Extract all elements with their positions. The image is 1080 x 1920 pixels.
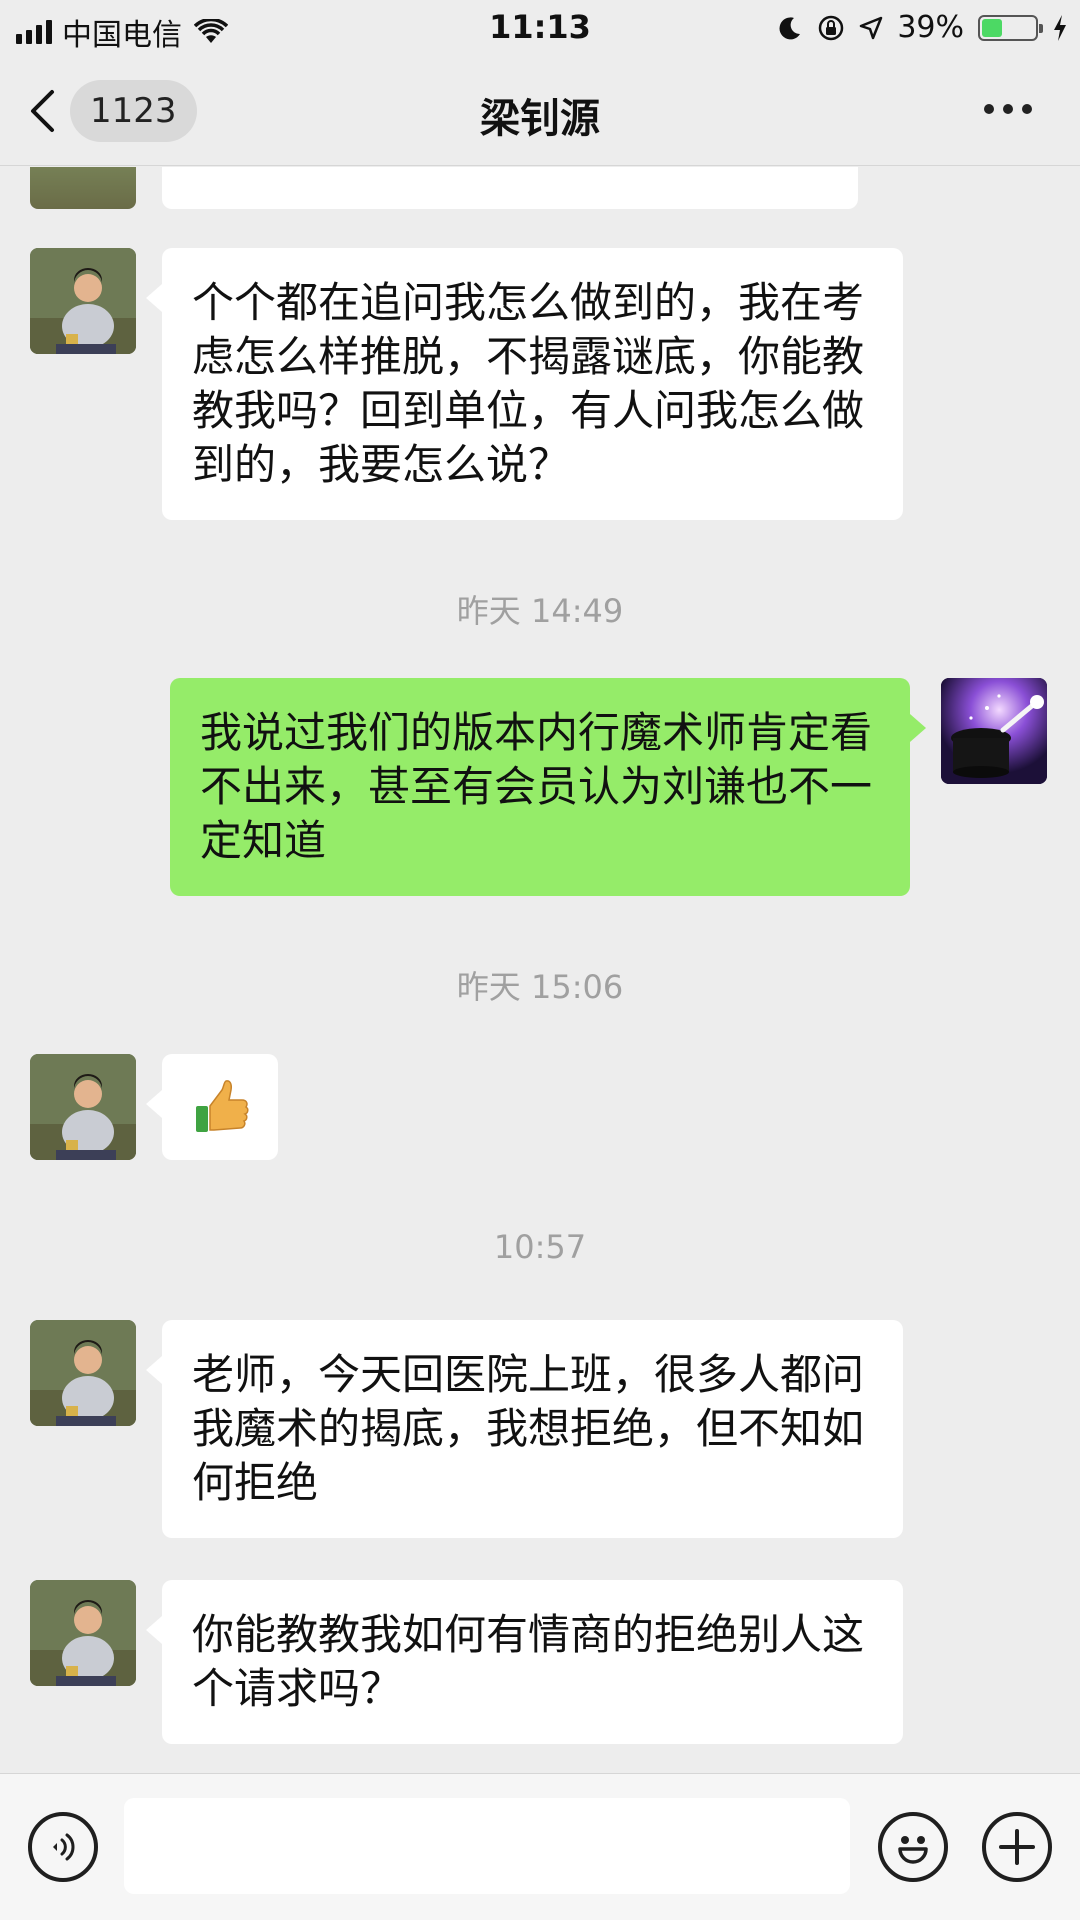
contact-avatar[interactable] [30,167,136,209]
chat-header: 1123 梁钊源 [0,56,1080,166]
person-photo-icon [30,1320,136,1426]
more-icon[interactable] [984,104,1032,114]
message-bubble[interactable]: 老师，今天回医院上班，很多人都问我魔术的揭底，我想拒绝，但不知如何拒绝 [146,1320,903,1538]
location-icon [860,16,883,39]
battery-level [982,18,1003,37]
my-avatar[interactable] [941,678,1047,784]
message-input[interactable] [124,1798,850,1894]
emoji-icon [898,1836,928,1864]
plus-button[interactable] [982,1812,1052,1882]
message-timestamp: 10:57 [493,1228,587,1266]
battery-percent: 39% [897,10,964,45]
message-timestamp: 昨天 15:06 [456,968,624,1006]
plus-icon [999,1829,1035,1865]
rotation-lock-icon [819,15,844,40]
message-bubble-partial[interactable] [162,167,858,209]
magic-hat-icon [941,678,1047,784]
contact-avatar[interactable] [30,1580,136,1686]
message-bubble-emoji[interactable] [146,1054,278,1160]
contact-avatar[interactable] [30,1320,136,1426]
thumbs-up-icon [196,1080,249,1132]
battery-icon [978,14,1043,41]
message-bubble[interactable]: 你能教教我如何有情商的拒绝别人这个请求吗？ [146,1580,903,1744]
emoji-button[interactable] [878,1812,948,1882]
voice-button[interactable] [28,1812,98,1882]
person-photo-icon [30,248,136,354]
contact-avatar[interactable] [30,1054,136,1160]
message-bubble-sent[interactable]: 我说过我们的版本内行魔术师肯定看不出来，甚至有会员认为刘谦也不一定知道 [170,678,926,896]
message-bubble[interactable]: 个个都在追问我怎么做到的，我在考虑怎么样推脱，不揭露谜底，你能教教我吗？回到单位… [146,248,903,520]
chat-title: 梁钊源 [480,96,600,142]
moon-icon [779,16,801,39]
message-timestamp: 昨天 14:49 [456,592,624,630]
status-bar: 中国电信 11:13 39% [0,0,1080,56]
status-right: 39% [777,10,1068,45]
input-bar [0,1773,1080,1920]
charging-icon [1054,14,1066,41]
message-list[interactable]: 个个都在追问我怎么做到的，我在考虑怎么样推脱，不揭露谜底，你能教教我吗？回到单位… [0,167,1080,1773]
voice-icon [53,1833,75,1861]
person-photo-icon [30,1580,136,1686]
person-photo-icon [30,1054,136,1160]
contact-avatar[interactable] [30,248,136,354]
